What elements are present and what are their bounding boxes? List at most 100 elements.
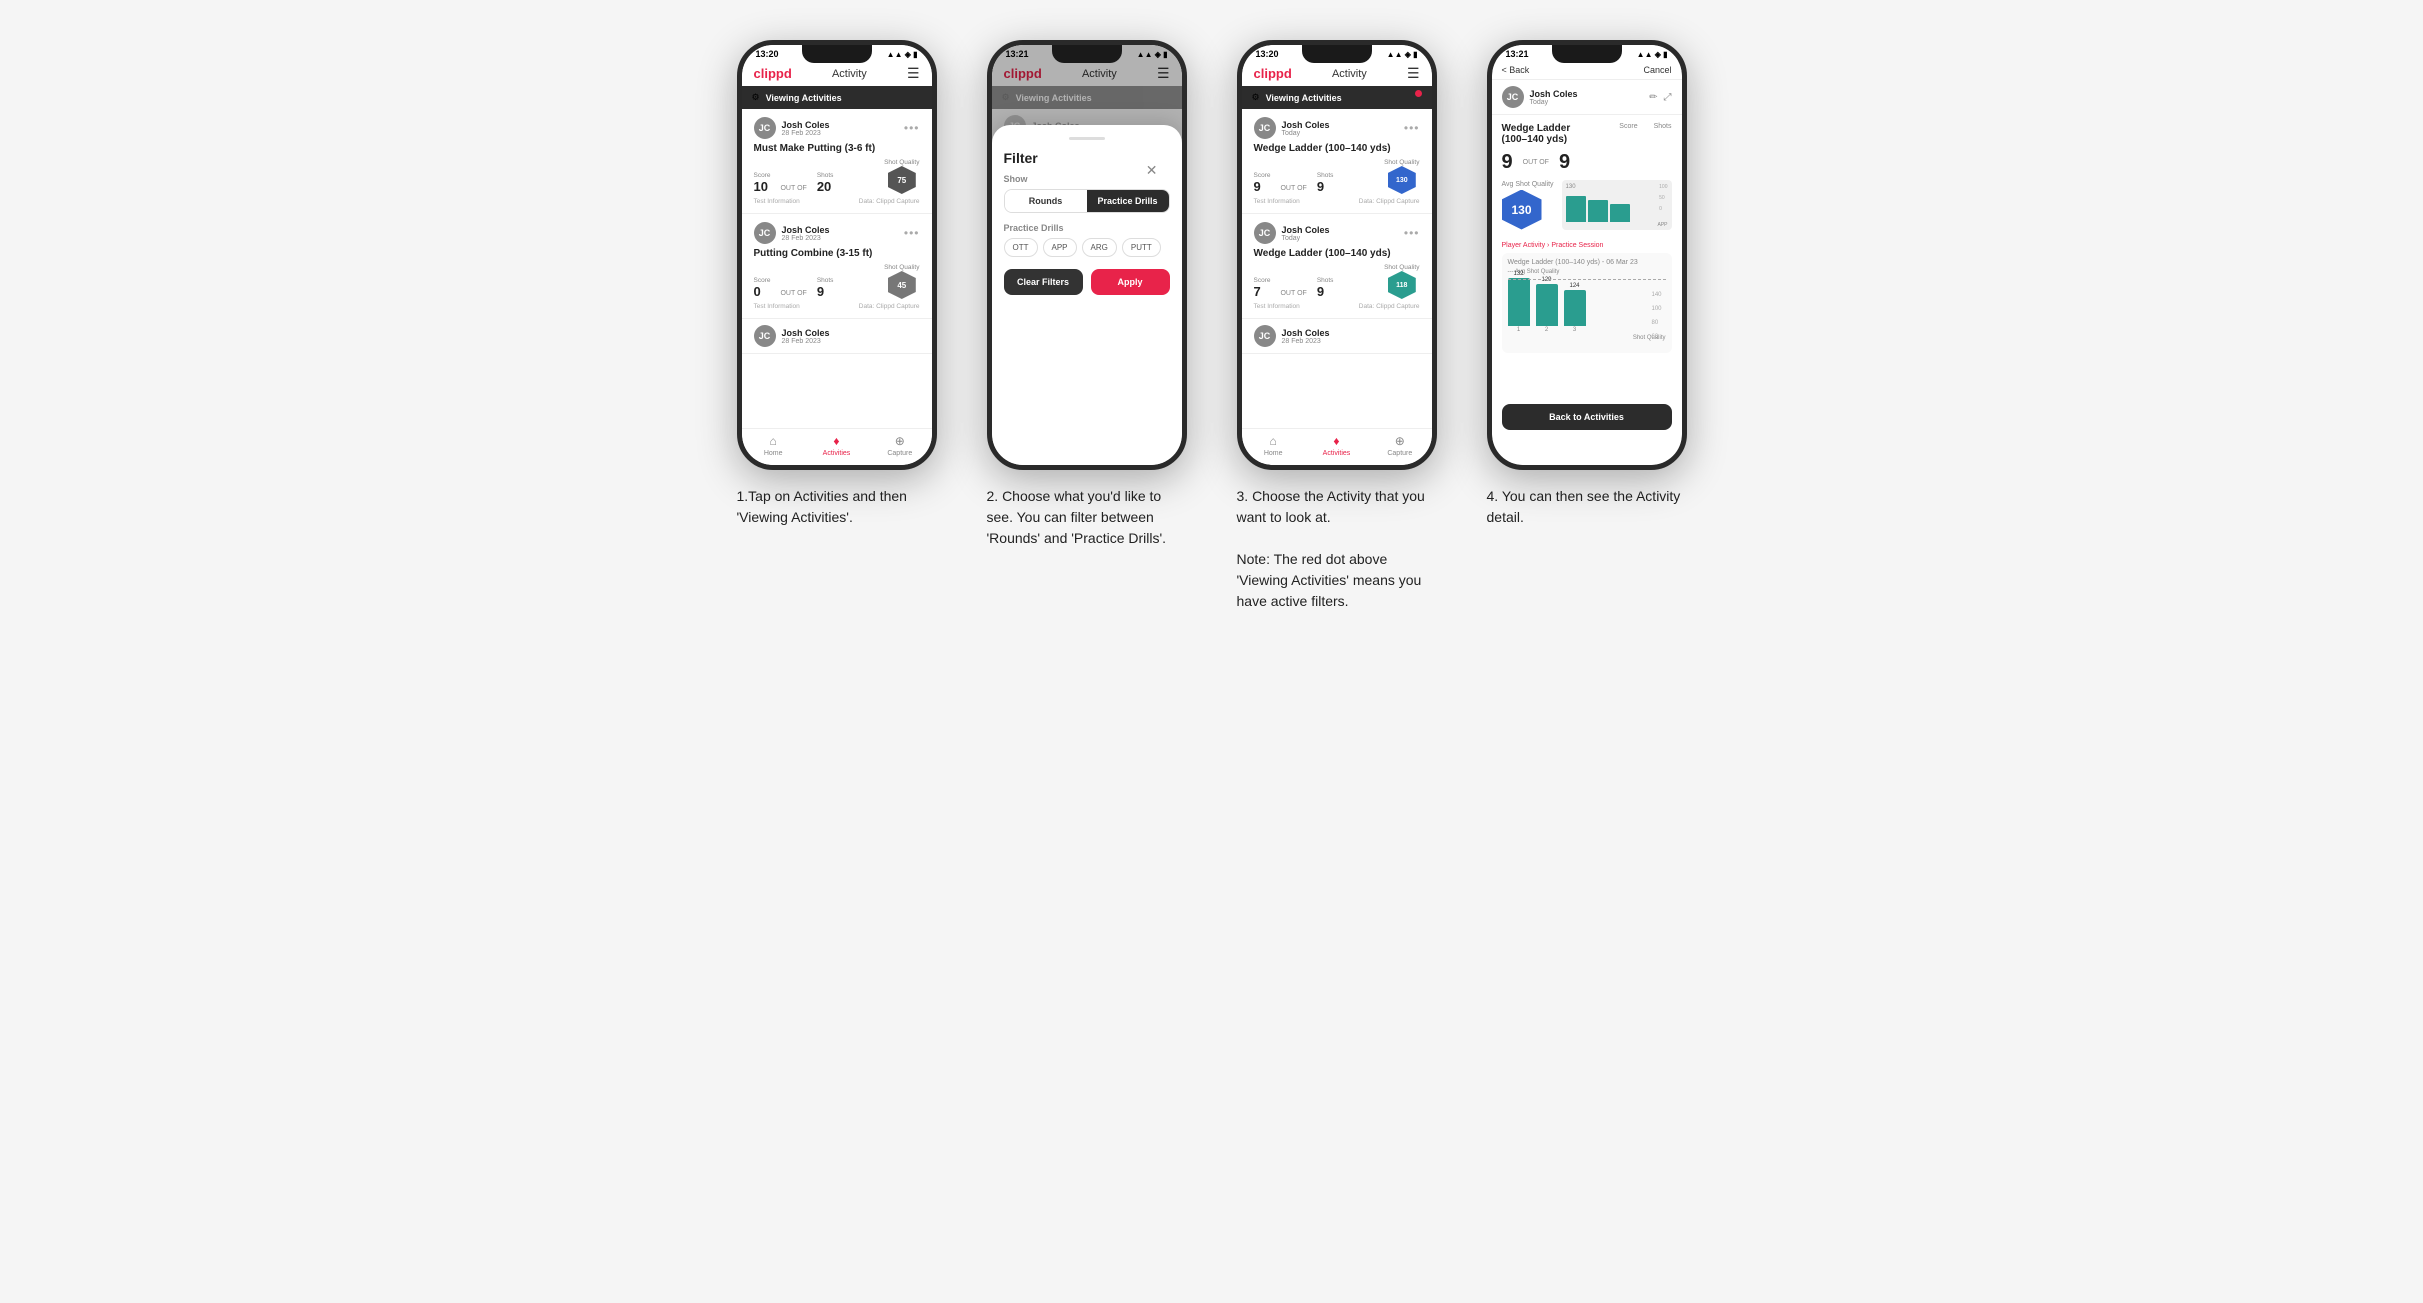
show-label: Show <box>1004 174 1170 184</box>
logo-3: clippd <box>1254 66 1292 81</box>
nav-label-home-1: Home <box>764 450 783 457</box>
activity-card-1-1[interactable]: JC Josh Coles 28 Feb 2023 ••• Putting Co… <box>742 214 932 319</box>
detail-section-4: Wedge Ladder (100–140 yds) Score Shots 9… <box>1492 115 1682 238</box>
hamburger-3[interactable]: ☰ <box>1407 65 1420 82</box>
nav-item-capture-1[interactable]: ⊕ Capture <box>868 434 931 457</box>
apply-button[interactable]: Apply <box>1091 269 1170 295</box>
modal-drag-2 <box>1069 137 1105 140</box>
stat-group-shots-1-0: Shots 20 <box>817 172 834 194</box>
nav-item-capture-3[interactable]: ⊕ Capture <box>1368 434 1431 457</box>
tag-putt[interactable]: PUTT <box>1122 238 1161 257</box>
modal-footer: Clear Filters Apply <box>1004 269 1170 295</box>
more-dots-1-0[interactable]: ••• <box>904 121 920 135</box>
user-name-1-1: Josh Coles <box>782 225 830 235</box>
nav-label-home-3: Home <box>1264 450 1283 457</box>
filter-modal-title: Filter <box>1004 150 1170 166</box>
avatar-3-2: JC <box>1254 325 1276 347</box>
activity-card-3-2[interactable]: JC Josh Coles 28 Feb 2023 <box>1242 319 1432 354</box>
bottom-nav-3: ⌂ Home ♦ Activities ⊕ Capture <box>1242 428 1432 465</box>
chart-subtitle-4: --- Avg Shot Quality <box>1508 269 1666 275</box>
activities-icon-3: ♦ <box>1333 434 1339 448</box>
status-time-4: 13:21 <box>1506 49 1529 59</box>
avg-label-4: Avg Shot Quality <box>1502 181 1554 188</box>
stat-group-score-1-0: Score 10 <box>754 172 771 194</box>
detail-user-name-4: Josh Coles <box>1530 89 1578 99</box>
phone-screen-1: 13:20 ▲▲ ◈ ▮ clippd Activity ☰ ⚙ Viewing… <box>742 45 932 465</box>
phone-column-1: 13:20 ▲▲ ◈ ▮ clippd Activity ☰ ⚙ Viewing… <box>727 40 947 528</box>
detail-drill-title-4: Wedge Ladder (100–140 yds) <box>1502 123 1592 145</box>
user-date-1-0: 28 Feb 2023 <box>782 130 830 137</box>
cancel-button-4[interactable]: Cancel <box>1643 65 1671 75</box>
clear-filters-button[interactable]: Clear Filters <box>1004 269 1083 295</box>
shot-quality-hex-1-0: 75 <box>888 166 916 194</box>
phone-screen-4: 13:21 ▲▲ ◈ ▮ < Back Cancel JC Josh Coles… <box>1492 45 1682 465</box>
practice-drills-label: Practice Drills <box>1004 223 1170 233</box>
status-time-3: 13:20 <box>1256 49 1279 59</box>
practice-session-value-4: Practice Session <box>1551 242 1603 249</box>
user-info-3-0: JC Josh Coles Today <box>1254 117 1330 139</box>
detail-score-4: 9 <box>1502 151 1513 174</box>
detail-title-row-4: Wedge Ladder (100–140 yds) Score Shots <box>1502 123 1672 145</box>
drill-title-1-1: Putting Combine (3-15 ft) <box>754 248 920 259</box>
user-name-1-2: Josh Coles <box>782 328 830 338</box>
tag-arg[interactable]: ARG <box>1082 238 1117 257</box>
phone-frame-2: 13:21 ▲▲ ◈ ▮ clippd Activity ☰ ⚙ Viewing… <box>987 40 1187 470</box>
back-to-activities-button-4[interactable]: Back to Activities <box>1502 404 1672 430</box>
phone-column-3: 13:20 ▲▲ ◈ ▮ clippd Activity ☰ ⚙ Viewing… <box>1227 40 1447 612</box>
detail-user-date-4: Today <box>1530 99 1578 106</box>
practice-drills-toggle[interactable]: Practice Drills <box>1087 190 1169 212</box>
logo-1: clippd <box>754 66 792 81</box>
phone-notch-2 <box>1052 45 1122 63</box>
nav-label-capture-3: Capture <box>1387 450 1412 457</box>
activity-card-1-2[interactable]: JC Josh Coles 28 Feb 2023 <box>742 319 932 354</box>
shot-quality-hex-3-0: 130 <box>1388 166 1416 194</box>
caption-4: 4. You can then see the Activity detail. <box>1487 486 1687 528</box>
rounds-toggle[interactable]: Rounds <box>1005 190 1087 212</box>
user-info-1-2: JC Josh Coles 28 Feb 2023 <box>754 325 920 347</box>
bar-chart-4: Wedge Ladder (100–140 yds) - 06 Mar 23 -… <box>1502 253 1672 353</box>
nav-item-activities-3[interactable]: ♦ Activities <box>1305 434 1368 457</box>
activity-card-3-1[interactable]: JC Josh Coles Today ••• Wedge Ladder (10… <box>1242 214 1432 319</box>
viewing-banner-1[interactable]: ⚙ Viewing Activities <box>742 86 932 109</box>
expand-icon-4[interactable]: ⤢ <box>1664 92 1672 103</box>
phone-notch-1 <box>802 45 872 63</box>
caption-1: 1.Tap on Activities and then 'Viewing Ac… <box>737 486 937 528</box>
user-name-3-1: Josh Coles <box>1282 225 1330 235</box>
viewing-banner-3[interactable]: ⚙ Viewing Activities <box>1242 86 1432 109</box>
nav-item-home-1[interactable]: ⌂ Home <box>742 434 805 457</box>
card-header-1-1: JC Josh Coles 28 Feb 2023 ••• <box>754 222 920 244</box>
activity-card-1-0[interactable]: JC Josh Coles 28 Feb 2023 ••• Must Make … <box>742 109 932 214</box>
detail-stat-labels-4: Score Shots <box>1619 123 1671 130</box>
phone-frame-1: 13:20 ▲▲ ◈ ▮ clippd Activity ☰ ⚙ Viewing… <box>737 40 937 470</box>
activity-card-3-0[interactable]: JC Josh Coles Today ••• Wedge Ladder (10… <box>1242 109 1432 214</box>
phone-screen-3: 13:20 ▲▲ ◈ ▮ clippd Activity ☰ ⚙ Viewing… <box>1242 45 1432 465</box>
phones-row: 13:20 ▲▲ ◈ ▮ clippd Activity ☰ ⚙ Viewing… <box>727 40 1697 612</box>
stats-row-1-0: Score 10 OUT OF Shots 20 Shot Quality 75 <box>754 159 920 194</box>
detail-stats-row-4: 9 OUT OF 9 <box>1502 151 1672 174</box>
more-dots-3-0[interactable]: ••• <box>1404 121 1420 135</box>
card-header-3-1: JC Josh Coles Today ••• <box>1254 222 1420 244</box>
tag-app[interactable]: APP <box>1043 238 1077 257</box>
modal-close-button[interactable]: ✕ <box>1146 162 1158 179</box>
tag-ott[interactable]: OTT <box>1004 238 1038 257</box>
detail-header-4: < Back Cancel <box>1492 61 1682 80</box>
avatar-4: JC <box>1502 86 1524 108</box>
avatar-3-0: JC <box>1254 117 1276 139</box>
shot-quality-hex-1-1: 45 <box>888 271 916 299</box>
hamburger-1[interactable]: ☰ <box>907 65 920 82</box>
pencil-icon-4[interactable]: ✏ <box>1649 92 1657 103</box>
back-button-4[interactable]: < Back <box>1502 65 1530 75</box>
red-dot-3 <box>1415 90 1422 97</box>
user-date-3-1: Today <box>1282 235 1330 242</box>
nav-item-activities-1[interactable]: ♦ Activities <box>805 434 868 457</box>
hex-big-4: 130 <box>1502 190 1542 230</box>
nav-label-activities-3: Activities <box>1323 450 1351 457</box>
bottom-nav-1: ⌂ Home ♦ Activities ⊕ Capture <box>742 428 932 465</box>
nav-item-home-3[interactable]: ⌂ Home <box>1242 434 1305 457</box>
more-dots-3-1[interactable]: ••• <box>1404 226 1420 240</box>
phone-frame-4: 13:21 ▲▲ ◈ ▮ < Back Cancel JC Josh Coles… <box>1487 40 1687 470</box>
status-icons-4: ▲▲ ◈ ▮ <box>1637 50 1668 59</box>
status-time-1: 13:20 <box>756 49 779 59</box>
more-dots-1-1[interactable]: ••• <box>904 226 920 240</box>
user-info-1-0: JC Josh Coles 28 Feb 2023 <box>754 117 830 139</box>
